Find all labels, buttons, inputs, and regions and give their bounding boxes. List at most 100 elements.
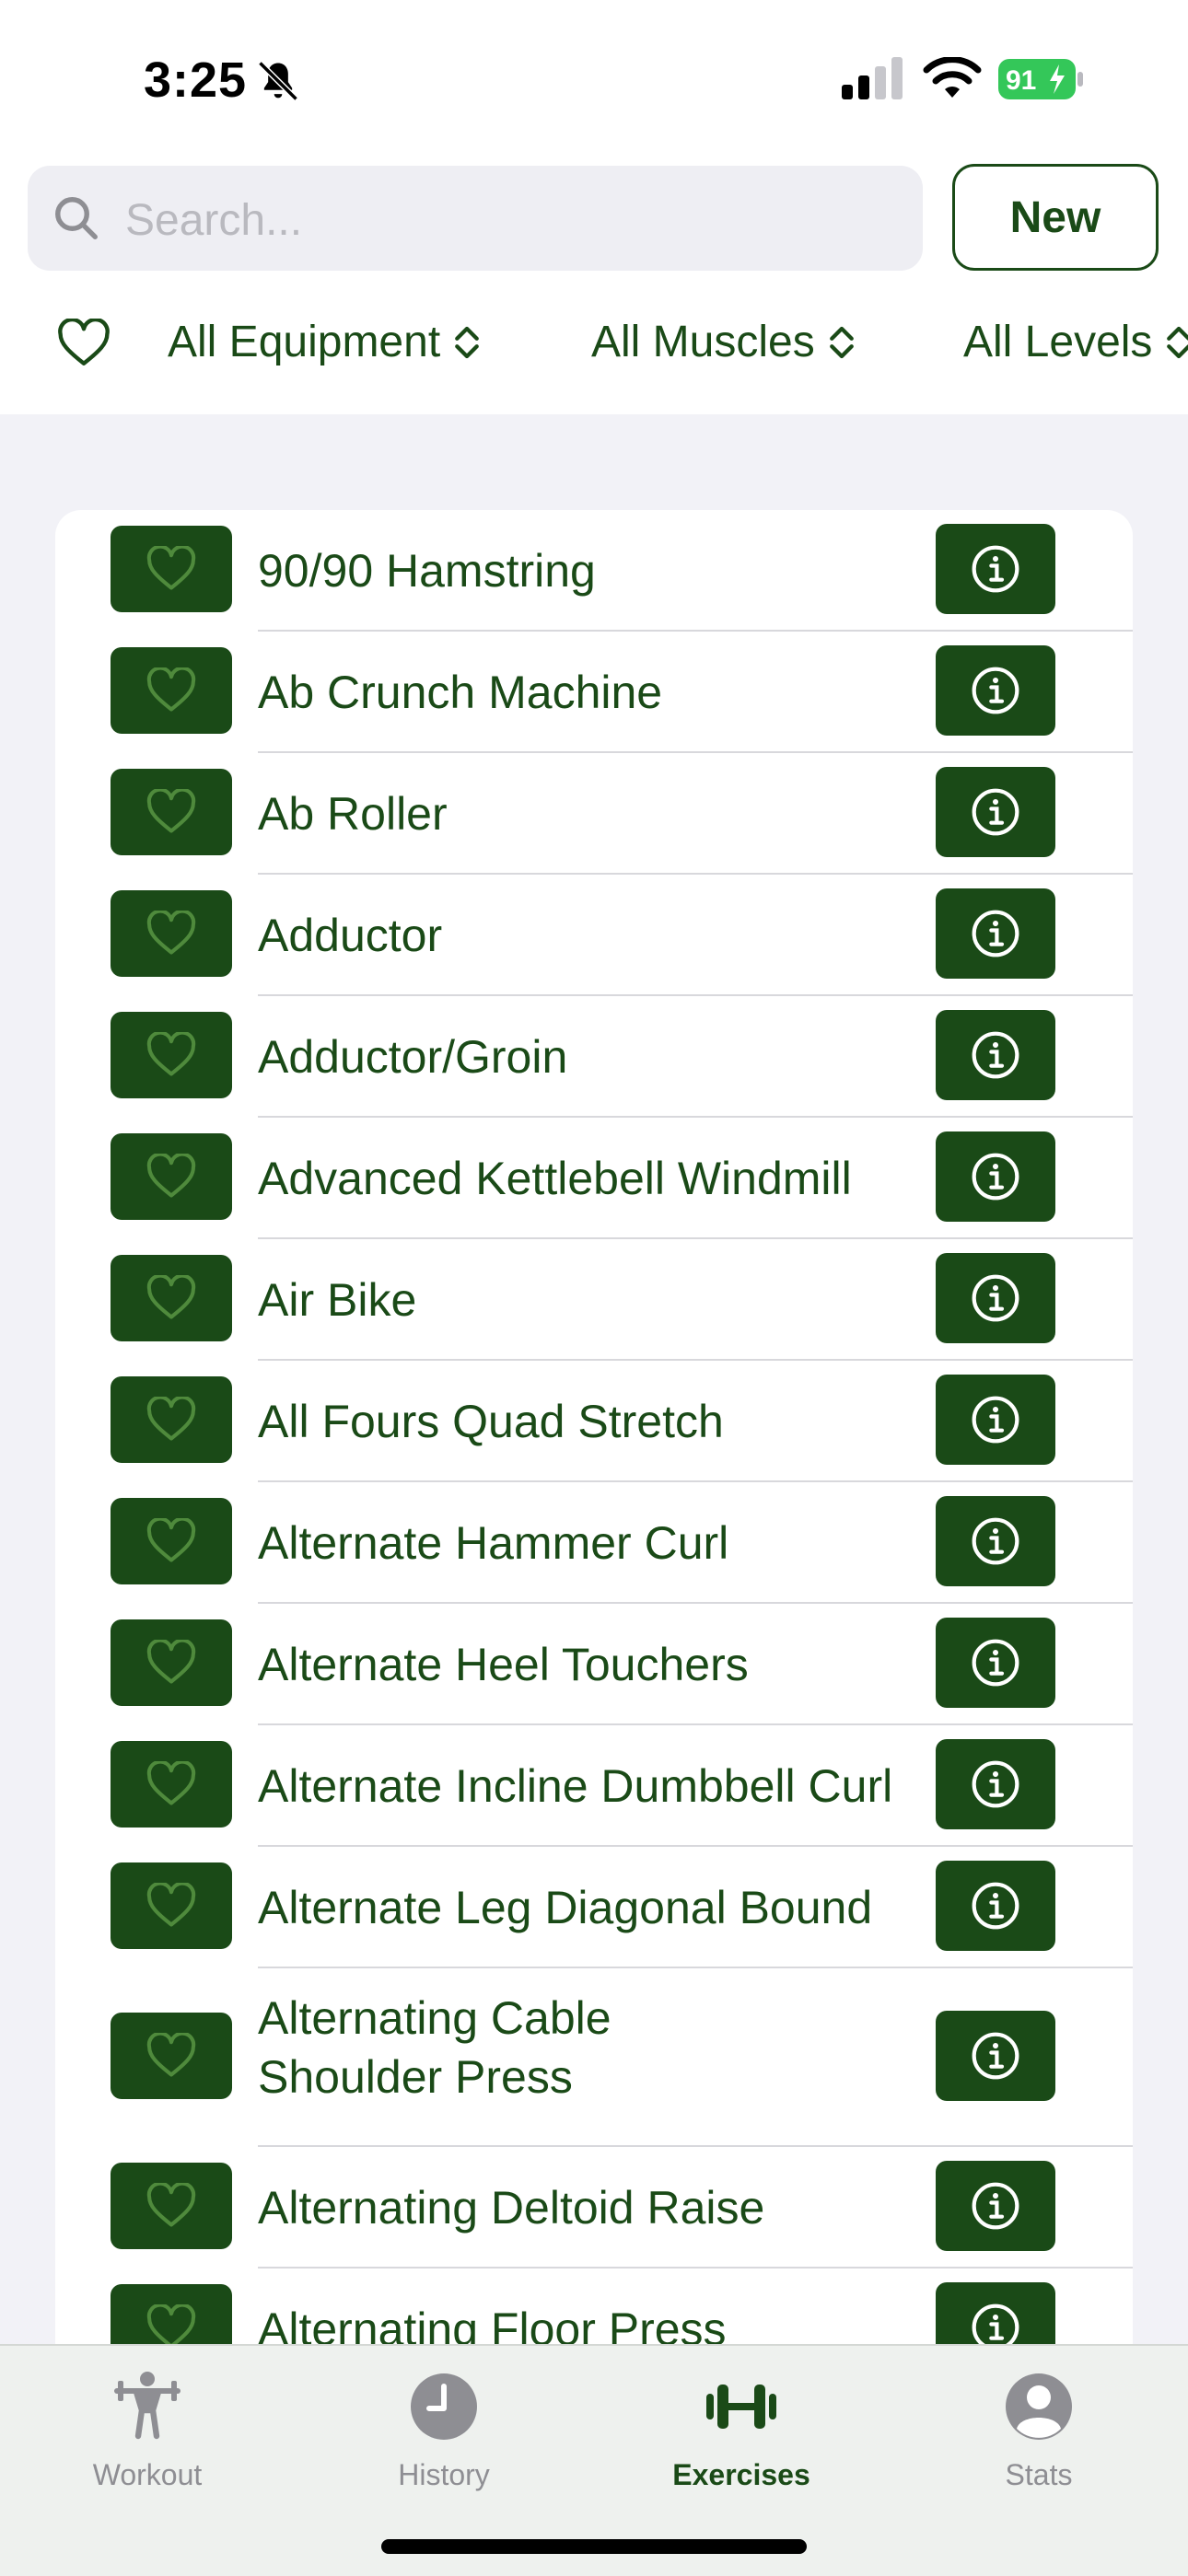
favorite-button[interactable]	[111, 526, 232, 612]
exercise-info-button[interactable]	[936, 1739, 1055, 1829]
info-icon	[972, 910, 1019, 957]
info-icon	[972, 1882, 1019, 1930]
heart-icon	[146, 1275, 196, 1319]
heart-icon	[146, 911, 196, 955]
exercise-info-button[interactable]	[936, 767, 1055, 857]
heart-icon	[146, 1640, 196, 1684]
exercise-name: Alternate Leg Diagonal Bound	[258, 1882, 873, 1933]
clock-icon	[411, 2373, 477, 2440]
exercise-row[interactable]: Ab Roller	[55, 753, 1133, 875]
exercise-name: Alternate Incline Dumbbell Curl	[258, 1760, 893, 1812]
search-placeholder: Search...	[125, 196, 303, 245]
chevron-up-down-icon	[829, 326, 854, 358]
exercise-row[interactable]: 90/90 Hamstring	[55, 510, 1133, 632]
favorite-button[interactable]	[111, 1498, 232, 1584]
muscles-filter[interactable]: All Muscles	[591, 317, 856, 367]
status-time: 3:25	[144, 52, 248, 108]
exercise-name: All Fours Quad Stretch	[258, 1396, 724, 1447]
heart-icon	[146, 789, 196, 833]
exercise-row[interactable]: Advanced Kettlebell Windmill	[55, 1118, 1133, 1239]
chevron-up-down-icon	[455, 326, 480, 358]
exercise-row[interactable]: Alternate Incline Dumbbell Curl	[55, 1725, 1133, 1847]
exercise-row[interactable]: Air Bike	[55, 1239, 1133, 1361]
tab-stats-label: Stats	[1005, 2458, 1073, 2491]
heart-icon	[146, 1154, 196, 1198]
equipment-filter-label: All Equipment	[168, 318, 441, 366]
new-exercise-button[interactable]: New	[952, 164, 1159, 271]
exercise-info-button[interactable]	[936, 645, 1055, 736]
exercise-name: Alternating Deltoid Raise	[258, 2182, 765, 2234]
muscles-filter-label: All Muscles	[591, 318, 815, 366]
info-icon	[972, 1396, 1019, 1444]
info-icon	[972, 1639, 1019, 1687]
exercise-info-button[interactable]	[936, 888, 1055, 979]
battery-icon: 91	[998, 59, 1083, 99]
favorite-button[interactable]	[111, 1376, 232, 1463]
favorites-filter-heart-icon[interactable]	[57, 319, 111, 368]
exercise-info-button[interactable]	[936, 2282, 1055, 2351]
tab-exercises-label: Exercises	[672, 2458, 810, 2491]
home-indicator	[381, 2539, 807, 2554]
person-icon	[1006, 2373, 1072, 2440]
exercise-info-button[interactable]	[936, 1010, 1055, 1100]
exercise-row[interactable]: Adductor	[55, 875, 1133, 996]
favorite-button[interactable]	[111, 1862, 232, 1949]
favorite-button[interactable]	[111, 2163, 232, 2249]
favorite-button[interactable]	[111, 647, 232, 734]
exercise-info-button[interactable]	[936, 1618, 1055, 1708]
exercise-row[interactable]: Alternate Heel Touchers	[55, 1604, 1133, 1725]
exercise-info-button[interactable]	[936, 2011, 1055, 2101]
favorite-button[interactable]	[111, 769, 232, 855]
exercise-name: Advanced Kettlebell Windmill	[258, 1153, 852, 1204]
exercise-info-button[interactable]	[936, 1861, 1055, 1951]
info-icon	[972, 667, 1019, 714]
levels-filter[interactable]: All Levels	[963, 317, 1188, 367]
exercise-name: Alternate Heel Touchers	[258, 1639, 749, 1690]
exercise-name: Alternate Hammer Curl	[258, 1517, 729, 1569]
info-icon	[972, 788, 1019, 836]
exercise-row[interactable]: All Fours Quad Stretch	[55, 1361, 1133, 1482]
exercise-info-button[interactable]	[936, 2161, 1055, 2251]
info-icon	[972, 2182, 1019, 2230]
search-icon	[55, 197, 98, 239]
chevron-up-down-icon	[1167, 326, 1188, 358]
exercise-row[interactable]: Alternate Hammer Curl	[55, 1482, 1133, 1604]
heart-icon	[146, 1761, 196, 1805]
info-icon	[972, 1517, 1019, 1565]
exercise-info-button[interactable]	[936, 1131, 1055, 1222]
exercise-info-button[interactable]	[936, 524, 1055, 614]
exercise-row[interactable]: Adductor/Groin	[55, 996, 1133, 1118]
exercise-info-button[interactable]	[936, 1375, 1055, 1465]
exercise-info-button[interactable]	[936, 1253, 1055, 1343]
exercise-row[interactable]: Alternating Cable Shoulder Press	[55, 1968, 1133, 2147]
tab-history-label: History	[398, 2458, 490, 2491]
favorite-button[interactable]	[111, 1012, 232, 1098]
exercise-row[interactable]: Alternating Deltoid Raise	[55, 2147, 1133, 2269]
favorite-button[interactable]	[111, 1255, 232, 1341]
exercise-list: 90/90 Hamstring Ab Crunch Machine Ab Rolle…	[55, 510, 1133, 2351]
favorite-button[interactable]	[111, 2013, 232, 2099]
exercise-info-button[interactable]	[936, 1496, 1055, 1586]
info-icon	[972, 1031, 1019, 1079]
favorite-button[interactable]	[111, 1133, 232, 1220]
exercise-row[interactable]: Alternate Leg Diagonal Bound	[55, 1847, 1133, 1968]
info-icon	[972, 1153, 1019, 1201]
info-icon	[972, 1274, 1019, 1322]
search-input[interactable]: Search...	[28, 166, 923, 271]
cellular-signal-icon	[842, 57, 903, 99]
favorite-button[interactable]	[111, 1741, 232, 1828]
exercise-name: Adductor	[258, 910, 443, 961]
heart-icon	[146, 1397, 196, 1441]
heart-icon	[146, 2033, 196, 2077]
heart-icon	[146, 1518, 196, 1562]
info-icon	[972, 2032, 1019, 2080]
favorite-button[interactable]	[111, 890, 232, 977]
equipment-filter[interactable]: All Equipment	[168, 317, 481, 367]
exercise-name: Adductor/Groin	[258, 1031, 568, 1083]
dumbbell-icon	[706, 2385, 776, 2429]
favorite-button[interactable]	[111, 1619, 232, 1706]
favorite-button[interactable]	[111, 2284, 232, 2351]
heart-icon	[146, 2183, 196, 2227]
exercise-row[interactable]: Alternating Floor Press	[55, 2269, 1133, 2351]
exercise-row[interactable]: Ab Crunch Machine	[55, 632, 1133, 753]
